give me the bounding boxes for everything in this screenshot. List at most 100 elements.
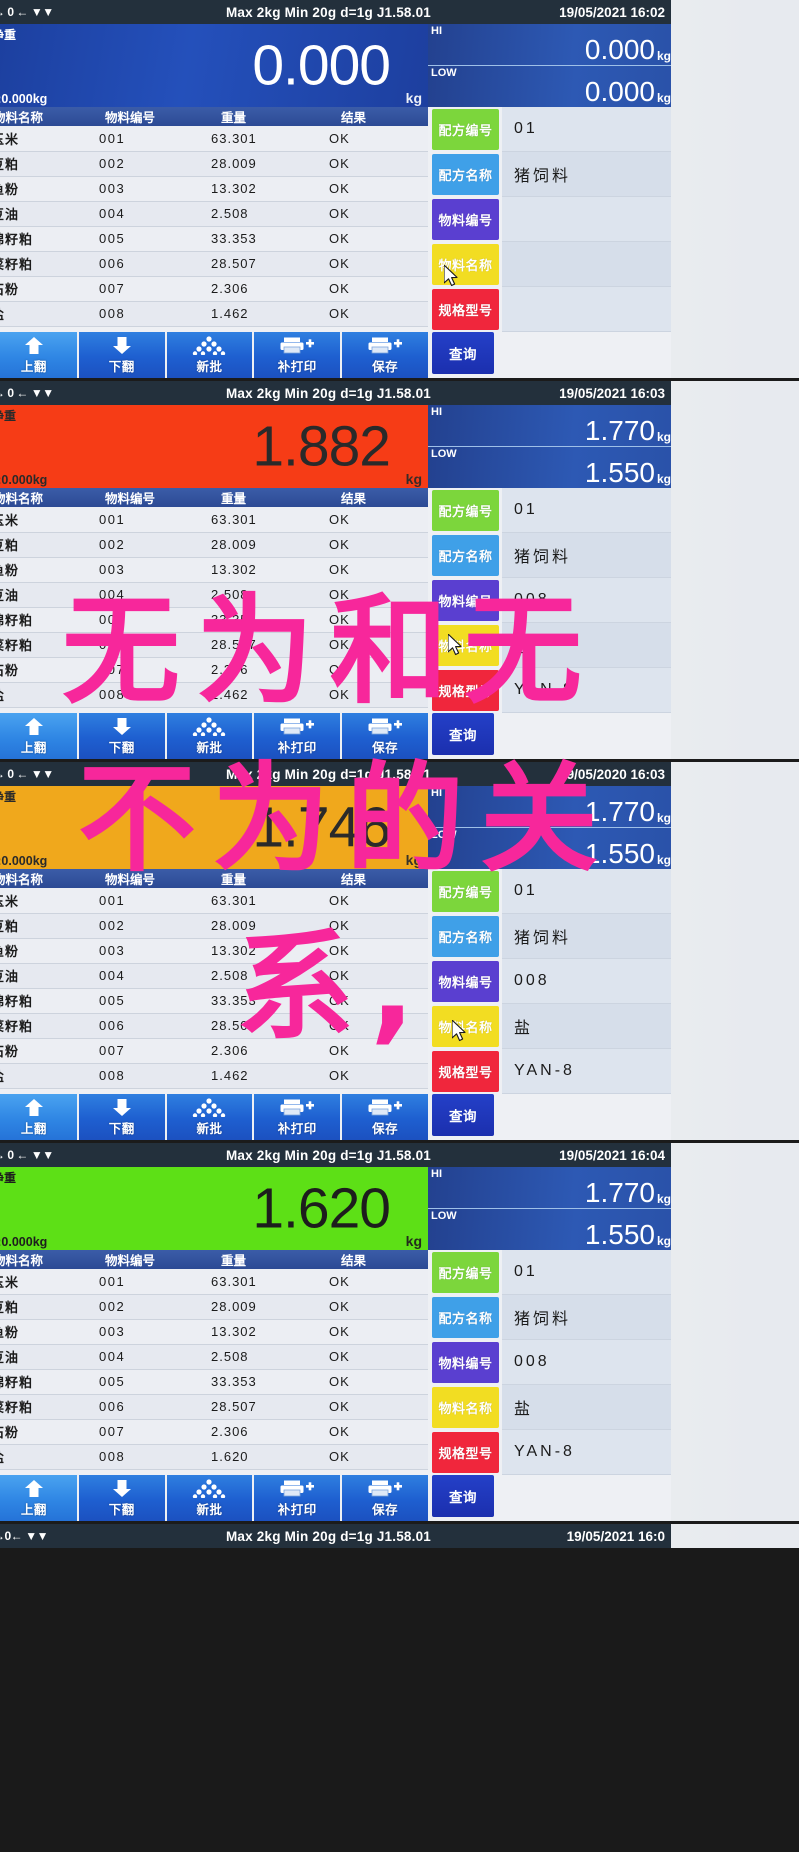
table-row[interactable]: 石粉0072.306OK [0,276,428,302]
table-row[interactable]: 盐0081.462OK [0,301,428,327]
query-button[interactable]: 查询 [432,1475,494,1517]
table-row[interactable]: 鱼粉00313.302OK [0,557,428,583]
sidebar-key-5[interactable]: 规格型号 [432,1432,499,1473]
sidebar-key-2[interactable]: 配方名称 [432,1297,499,1338]
sidebar-key-1[interactable]: 配方编号 [432,1252,499,1293]
table-row[interactable]: 豆粕00228.009OK [0,1294,428,1320]
button-arrow-down[interactable]: 下翻 [78,713,167,759]
table-row[interactable]: 豆粕00228.009OK [0,151,428,177]
sidebar-key-4[interactable]: 物料名称 [432,625,499,666]
button-printer-plus[interactable]: 补打印 [254,332,343,378]
button-stack[interactable]: 新批 [166,713,255,759]
sidebar-value-3[interactable]: 008 [502,1340,671,1385]
table-row[interactable]: 棉籽粕00533.353OK [0,226,428,252]
sidebar-value-2[interactable]: 猪饲料 [502,1295,671,1340]
sidebar-value-5[interactable]: YAN-8 [502,668,671,713]
button-printer-plus[interactable]: 保存 [342,1094,428,1140]
button-arrow-up[interactable]: 上翻 [0,1475,79,1521]
sidebar-value-5[interactable]: YAN-8 [502,1049,671,1094]
sidebar-value-5[interactable]: YAN-8 [502,1430,671,1475]
sidebar-value-1[interactable]: 01 [502,1250,671,1295]
sidebar-key-3[interactable]: 物料编号 [432,199,499,240]
sidebar-value-3[interactable]: 008 [502,959,671,1004]
table-row[interactable]: 石粉0072.306OK [0,1419,428,1445]
table-row[interactable]: 鱼粉00313.302OK [0,1319,428,1345]
sidebar-key-2[interactable]: 配方名称 [432,154,499,195]
table-row[interactable]: 玉米00163.301OK [0,126,428,152]
button-printer-plus[interactable]: 补打印 [254,713,343,759]
button-bar: 上翻 下翻 新批 补打印 保存 查询 [0,332,671,378]
table-row[interactable]: 棉籽粕00533.353OK [0,988,428,1014]
table-row[interactable]: 石粉0072.306OK [0,657,428,683]
button-stack[interactable]: 新批 [166,332,255,378]
sidebar-key-2[interactable]: 配方名称 [432,916,499,957]
sidebar-value-2[interactable]: 猪饲料 [502,533,671,578]
table-row[interactable]: 菜籽粕00628.507OK [0,1013,428,1039]
button-printer-plus[interactable]: 保存 [342,332,428,378]
button-arrow-up[interactable]: 上翻 [0,1094,79,1140]
table-row[interactable]: 鱼粉00313.302OK [0,176,428,202]
sidebar-value-1[interactable]: 01 [502,488,671,533]
sidebar-key-5[interactable]: 规格型号 [432,289,499,330]
sidebar-value-4[interactable]: 盐 [502,1385,671,1430]
table-row[interactable]: 豆油0042.508OK [0,582,428,608]
query-button[interactable]: 查询 [432,713,494,755]
button-printer-plus[interactable]: 保存 [342,1475,428,1521]
table-row[interactable]: 鱼粉00313.302OK [0,938,428,964]
button-printer-plus[interactable]: 补打印 [254,1094,343,1140]
button-printer-plus[interactable]: 保存 [342,713,428,759]
table-row[interactable]: 豆油0042.508OK [0,201,428,227]
table-row[interactable]: 玉米00163.301OK [0,1269,428,1295]
table-row[interactable]: 菜籽粕00628.507OK [0,251,428,277]
sidebar-key-1[interactable]: 配方编号 [432,109,499,150]
sidebar-value-4[interactable] [502,242,671,287]
button-stack[interactable]: 新批 [166,1094,255,1140]
table-row[interactable]: 盐0081.462OK [0,682,428,708]
button-stack[interactable]: 新批 [166,1475,255,1521]
sidebar-value-4[interactable]: 盐 [502,623,671,668]
sidebar-value-1[interactable]: 01 [502,107,671,152]
table-row[interactable]: 豆油0042.508OK [0,1344,428,1370]
sidebar-value-3[interactable] [502,197,671,242]
arrow-up-icon [23,716,45,736]
button-arrow-up[interactable]: 上翻 [0,332,79,378]
sidebar-key-3[interactable]: 物料编号 [432,580,499,621]
table-row[interactable]: 棉籽粕00533.353OK [0,1369,428,1395]
sidebar-key-4[interactable]: 物料名称 [432,1387,499,1428]
sidebar-value-4[interactable]: 盐 [502,1004,671,1049]
sidebar-key-3[interactable]: 物料编号 [432,1342,499,1383]
table-row[interactable]: 豆粕00228.009OK [0,913,428,939]
sidebar-value-1[interactable]: 01 [502,869,671,914]
button-arrow-down[interactable]: 下翻 [78,332,167,378]
sidebar-key-2[interactable]: 配方名称 [432,535,499,576]
sidebar-key-5[interactable]: 规格型号 [432,1051,499,1092]
table-row[interactable]: 石粉0072.306OK [0,1038,428,1064]
sidebar-value-2[interactable]: 猪饲料 [502,152,671,197]
table-row[interactable]: 菜籽粕00628.507OK [0,632,428,658]
sidebar-value-2[interactable]: 猪饲料 [502,914,671,959]
table-row[interactable]: 豆粕00228.009OK [0,532,428,558]
table-row[interactable]: 盐0081.462OK [0,1063,428,1089]
query-button[interactable]: 查询 [432,1094,494,1136]
table-row[interactable]: 豆油0042.508OK [0,963,428,989]
cell-weight: 13.302 [211,176,329,202]
sidebar-value-3[interactable]: 008 [502,578,671,623]
sidebar-key-4[interactable]: 物料名称 [432,244,499,285]
sidebar-key-4[interactable]: 物料名称 [432,1006,499,1047]
button-arrow-up[interactable]: 上翻 [0,713,79,759]
table-row[interactable]: 玉米00163.301OK [0,507,428,533]
sidebar-key-3[interactable]: 物料编号 [432,961,499,1002]
query-button[interactable]: 查询 [432,332,494,374]
table-row[interactable]: 菜籽粕00628.507OK [0,1394,428,1420]
table-row[interactable]: 盐0081.620OK [0,1444,428,1470]
sidebar-key-5[interactable]: 规格型号 [432,670,499,711]
button-arrow-down[interactable]: 下翻 [78,1475,167,1521]
sidebar-value-5[interactable] [502,287,671,332]
table-row[interactable]: 玉米00163.301OK [0,888,428,914]
cell-material-code: 002 [99,532,211,558]
table-row[interactable]: 棉籽粕00533.353OK [0,607,428,633]
button-printer-plus[interactable]: 补打印 [254,1475,343,1521]
sidebar-key-1[interactable]: 配方编号 [432,871,499,912]
button-arrow-down[interactable]: 下翻 [78,1094,167,1140]
sidebar-key-1[interactable]: 配方编号 [432,490,499,531]
